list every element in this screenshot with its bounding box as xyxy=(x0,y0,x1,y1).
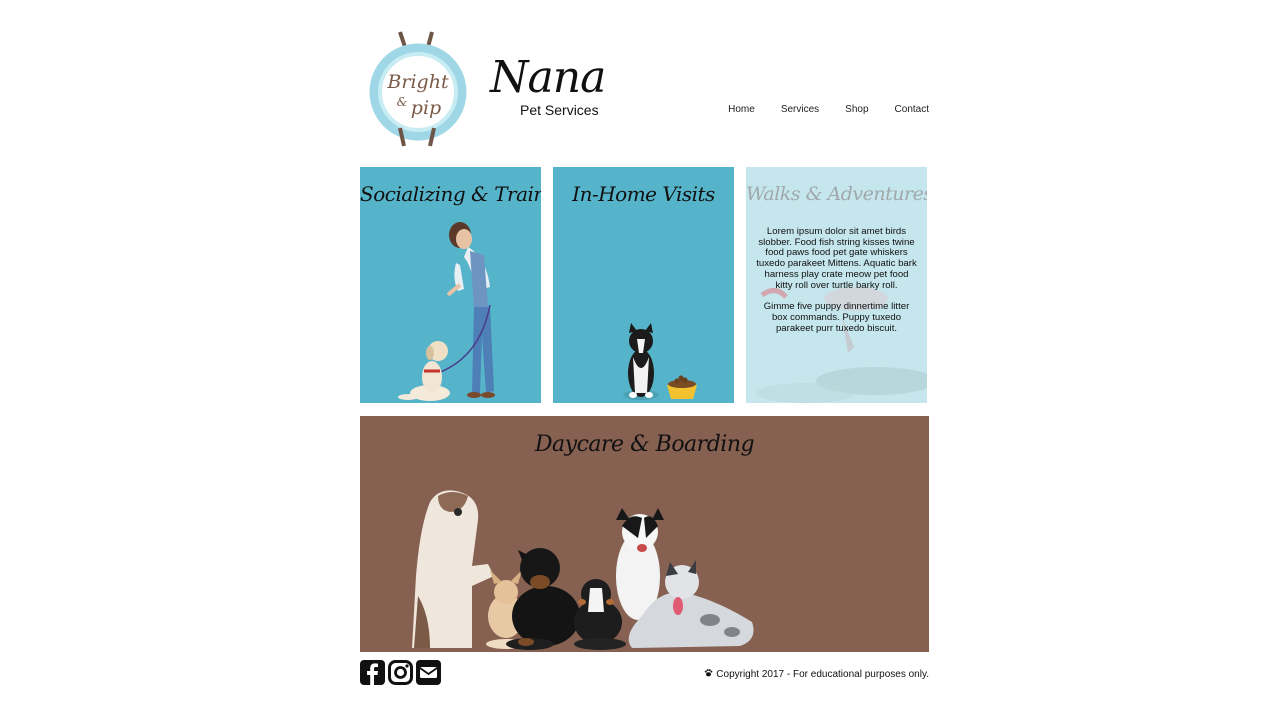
nav-home[interactable]: Home xyxy=(728,104,755,115)
service-tile-walks-adventures[interactable]: Walks & Adventures Lorem ipsum dolor sit… xyxy=(746,167,927,403)
logo-text-bright: Bright xyxy=(386,71,449,93)
main-nav: Home Services Shop Contact xyxy=(728,104,929,115)
nana-logo[interactable]: Nana Pet Services xyxy=(488,54,613,122)
logo-text-pip: pip xyxy=(411,97,441,119)
social-links xyxy=(360,660,441,685)
daycare-boarding-banner[interactable]: Daycare & Boarding xyxy=(360,416,929,652)
logo-text-ampersand: & xyxy=(397,95,408,109)
service-title: Walks & Adventures xyxy=(746,183,927,205)
nav-contact[interactable]: Contact xyxy=(895,104,929,115)
copyright: Copyright 2017 - For educational purpose… xyxy=(704,668,929,680)
service-description-paragraph: Gimme five puppy dinnertime litter box c… xyxy=(763,301,910,334)
nana-logo-title: Nana xyxy=(490,52,606,103)
banner-title: Daycare & Boarding xyxy=(534,432,755,457)
nav-services[interactable]: Services xyxy=(781,104,819,115)
service-title: Socializing & Training xyxy=(360,182,541,206)
service-description-paragraph: Lorem ipsum dolor sit amet birds slobber… xyxy=(756,226,917,291)
paw-icon xyxy=(704,668,713,680)
service-tile-socializing-training[interactable]: Socializing & Training xyxy=(360,167,541,403)
copyright-text: Copyright 2017 - For educational purpose… xyxy=(716,669,929,680)
bright-and-pip-logo[interactable]: Bright & pip xyxy=(368,28,472,150)
instagram-icon[interactable] xyxy=(388,660,413,685)
service-title: In-Home Visits xyxy=(572,182,715,206)
service-description: Lorem ipsum dolor sit amet birds slobber… xyxy=(756,226,917,345)
page: Bright & pip Nana Pet Services Home Serv… xyxy=(360,0,929,721)
email-icon[interactable] xyxy=(416,660,441,685)
facebook-icon[interactable] xyxy=(360,660,385,685)
nav-shop[interactable]: Shop xyxy=(845,104,868,115)
nana-logo-subtitle: Pet Services xyxy=(520,102,599,118)
service-tile-in-home-visits[interactable]: In-Home Visits xyxy=(553,167,734,403)
